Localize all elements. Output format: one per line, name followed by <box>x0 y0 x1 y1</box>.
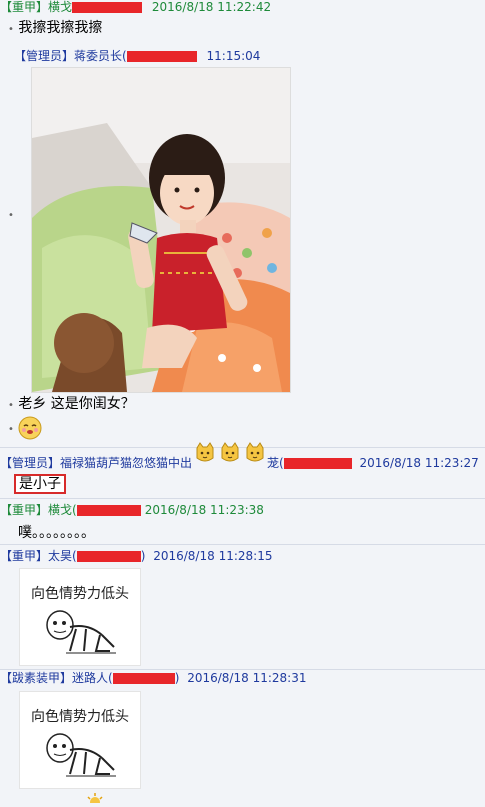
bullet-icon: • <box>8 24 14 35</box>
message-header: 【重甲】横戈 2016/8/18 11:22:42 <box>0 0 271 14</box>
timestamp: 2016/8/18 11:23:38 <box>144 503 264 517</box>
member-tag: 【重甲】 <box>0 549 49 563</box>
redaction-bar <box>76 551 141 562</box>
message-body: • 我擦我擦我擦 <box>8 20 102 38</box>
cat-emoji-icon <box>244 442 266 468</box>
timestamp: 2016/8/18 11:22:42 <box>151 0 272 14</box>
bullet-icon: • <box>8 400 14 411</box>
member-tag: 【管理员】 <box>0 456 61 470</box>
sender-name-suffix[interactable]: 茏( <box>267 456 284 470</box>
message-header: 【重甲】横戈( 2016/8/18 11:23:38 <box>0 503 264 517</box>
sticker-caption: 向色情势力低头 <box>31 586 129 602</box>
message-header-tail: 茏( 2016/8/18 11:23:27 <box>267 456 479 470</box>
redaction-bar <box>72 2 143 13</box>
chat-log: 【重甲】横戈 2016/8/18 11:22:42 • 我擦我擦我擦 【管理员】… <box>0 0 485 807</box>
message-text: 老乡 这是你闺女？ <box>18 396 135 412</box>
meme-sticker[interactable]: 向色情势力低头 <box>19 568 141 666</box>
bullet-icon: • <box>8 210 14 221</box>
sender-name[interactable]: 迷路人( <box>72 671 113 685</box>
shared-photo[interactable] <box>31 67 291 393</box>
sender-name[interactable]: 横戈( <box>48 503 77 517</box>
sender-name[interactable]: 福禄猫葫芦猫忽悠猫中出 <box>60 456 192 470</box>
message-text: 我擦我擦我擦 <box>18 20 103 36</box>
name-close: ) <box>140 549 146 563</box>
bullet-icon: • <box>8 424 14 435</box>
member-tag: 【跋素装甲】 <box>0 671 73 685</box>
cat-emoji-icon <box>219 442 241 468</box>
divider <box>0 669 485 670</box>
timestamp: 11:15:04 <box>206 49 261 63</box>
cat-emoji-icon <box>194 442 216 468</box>
highlighted-message-text: 是小子 <box>14 474 66 494</box>
divider <box>0 544 485 545</box>
redaction-bar <box>112 673 175 684</box>
sender-name[interactable]: 蒋委员长( <box>74 49 127 63</box>
redaction-bar <box>283 458 352 469</box>
timestamp: 2016/8/18 11:28:15 <box>153 549 273 563</box>
divider <box>0 447 485 448</box>
member-tag: 【管理员】 <box>14 49 75 63</box>
sender-name[interactable]: 横戈 <box>48 0 72 14</box>
sticker-caption: 向色情势力低头 <box>31 709 129 725</box>
shy-face-emoji-icon <box>18 416 42 444</box>
message-body: 是小子 <box>14 474 66 494</box>
kneeling-figure-icon <box>46 733 116 777</box>
meme-sticker[interactable]: 向色情势力低头 <box>19 691 141 789</box>
redaction-bar <box>126 51 197 62</box>
message-header: 【管理员】蒋委员长( 11:15:04 <box>14 49 260 63</box>
timestamp: 2016/8/18 11:28:31 <box>187 671 307 685</box>
name-close: ) <box>174 671 180 685</box>
kneeling-figure-icon <box>46 610 116 654</box>
redaction-bar <box>76 505 141 516</box>
member-tag: 【重甲】 <box>0 0 49 14</box>
sender-name[interactable]: 太昊( <box>48 549 77 563</box>
message-header: 【跋素装甲】迷路人() 2016/8/18 11:28:31 <box>0 671 306 685</box>
photo-illustration <box>32 68 290 392</box>
message-body: • 老乡 这是你闺女？ <box>8 396 135 414</box>
message-text: 噗。。。。。。。。 <box>18 525 95 541</box>
timestamp: 2016/8/18 11:23:27 <box>359 456 479 470</box>
message-header: 【管理员】福禄猫葫芦猫忽悠猫中出 <box>0 456 192 470</box>
divider <box>0 498 485 499</box>
message-header: 【重甲】太昊() 2016/8/18 11:28:15 <box>0 549 272 563</box>
member-tag: 【重甲】 <box>0 503 49 517</box>
